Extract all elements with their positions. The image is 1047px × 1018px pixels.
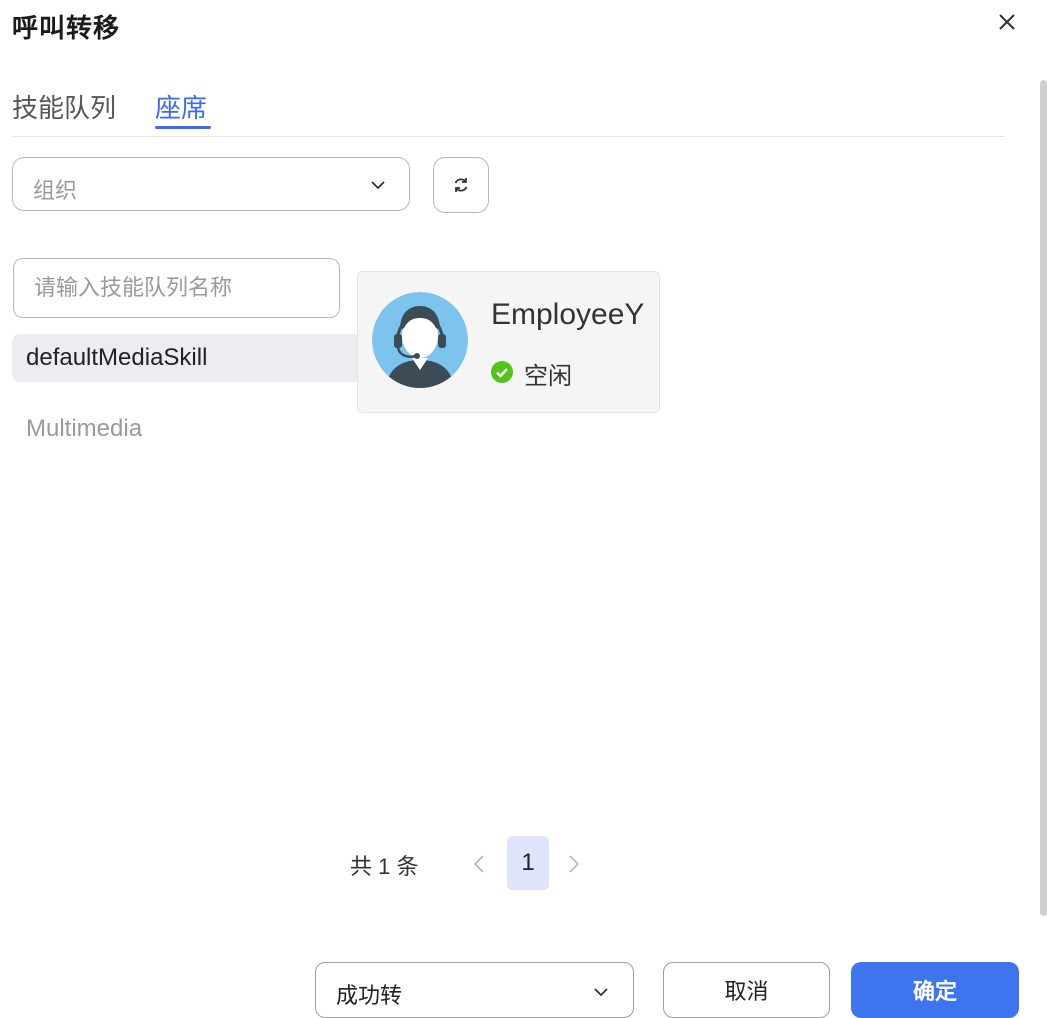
pagination-prev-button[interactable] — [467, 850, 491, 878]
skill-queue-search-input[interactable] — [13, 258, 340, 318]
agent-status: 空闲 — [524, 363, 572, 390]
tab-bar: 技能队列 座席 — [12, 88, 1005, 137]
pagination-page-button[interactable]: 1 — [507, 836, 549, 890]
dialog-title: 呼叫转移 — [12, 13, 121, 43]
active-tab-indicator — [155, 126, 211, 129]
organization-select[interactable]: 组织 — [12, 157, 410, 211]
refresh-icon — [454, 178, 468, 192]
chevron-down-icon — [594, 988, 608, 997]
chevron-down-icon — [371, 181, 385, 190]
pagination-next-button[interactable] — [562, 850, 586, 878]
agent-name: EmployeeY — [491, 298, 645, 331]
transfer-result-select[interactable]: 成功转 — [315, 962, 634, 1018]
close-icon — [999, 14, 1015, 30]
tab-skill-queue[interactable]: 技能队列 — [12, 88, 116, 125]
agent-card[interactable]: EmployeeY 空闲 — [357, 271, 660, 413]
check-circle-icon — [491, 361, 513, 383]
tab-agent[interactable]: 座席 — [155, 88, 207, 125]
refresh-button[interactable] — [433, 157, 489, 213]
scrollbar[interactable] — [1040, 80, 1047, 916]
confirm-button[interactable]: 确定 — [851, 962, 1019, 1018]
pagination-total: 共 1 条 — [350, 854, 419, 879]
skill-list-item[interactable]: Multimedia — [12, 405, 362, 453]
close-button[interactable] — [993, 8, 1021, 36]
chevron-left-icon — [473, 855, 484, 873]
cancel-button[interactable]: 取消 — [663, 962, 830, 1018]
skill-list-item[interactable]: defaultMediaSkill — [12, 334, 362, 382]
organization-select-placeholder: 组织 — [33, 178, 78, 203]
chevron-right-icon — [569, 855, 580, 873]
agent-headset-avatar-icon — [372, 292, 468, 388]
transfer-result-value: 成功转 — [336, 983, 403, 1008]
